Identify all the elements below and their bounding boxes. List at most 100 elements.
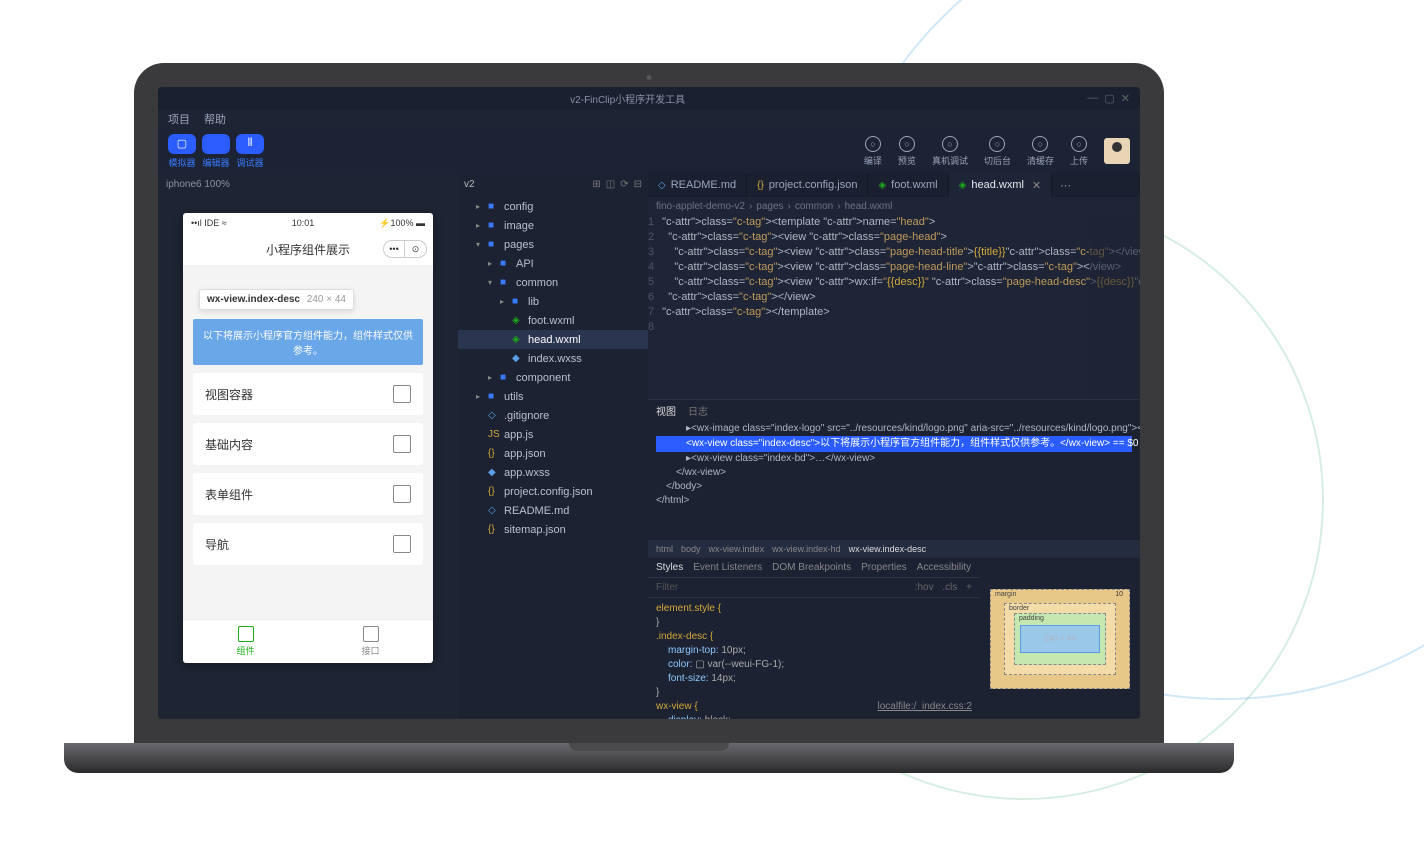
pill-icon: ⫴ — [236, 134, 264, 154]
dom-crumb[interactable]: body — [681, 544, 701, 554]
sim-list-item[interactable]: 基础内容 — [193, 423, 423, 465]
tree-item-component[interactable]: ▸ ■ component — [458, 368, 648, 387]
wxss-icon: ◆ — [512, 353, 524, 364]
devtools-tab-log[interactable]: 日志 — [688, 403, 708, 418]
toolbar-pill-1[interactable]: 编辑器 — [202, 134, 230, 169]
tool-btn-1[interactable]: ○ 预览 — [898, 136, 916, 167]
minimize-icon[interactable]: — — [1087, 92, 1098, 105]
dom-node[interactable]: ▸<wx-view class="index-bd">…</wx-view> — [656, 452, 1132, 466]
tool-icon: ○ — [899, 136, 915, 152]
dom-node[interactable]: ▸<wx-image class="index-logo" src="../re… — [656, 422, 1132, 436]
tool-btn-2[interactable]: ○ 真机调试 — [932, 136, 968, 167]
file-name: API — [516, 258, 534, 270]
tree-item-head.wxml[interactable]: ◈ head.wxml — [458, 330, 648, 349]
tree-item-sitemap.json[interactable]: {} sitemap.json — [458, 520, 648, 539]
tree-item-pages[interactable]: ▾ ■ pages — [458, 235, 648, 254]
capsule-close-icon[interactable]: ⊙ — [405, 240, 427, 258]
crumb[interactable]: fino-applet-demo-v2 — [656, 201, 745, 212]
styles-tab[interactable]: Event Listeners — [693, 562, 762, 573]
dom-crumb[interactable]: wx-view.index — [709, 544, 765, 554]
menu-help[interactable]: 帮助 — [204, 111, 226, 127]
tree-item-lib[interactable]: ▸ ■ lib — [458, 292, 648, 311]
device-label[interactable]: iphone6 100% — [158, 173, 458, 195]
tabbar-component[interactable]: 组件 — [183, 620, 308, 663]
dom-tree[interactable]: ▸<wx-image class="index-logo" src="../re… — [648, 420, 1140, 540]
tree-item-index.wxss[interactable]: ◆ index.wxss — [458, 349, 648, 368]
editor-tab[interactable]: ◈ foot.wxml — [868, 173, 948, 197]
tool-btn-4[interactable]: ○ 清缓存 — [1027, 136, 1054, 167]
dom-node[interactable]: </wx-view> — [656, 466, 1132, 480]
tree-item-utils[interactable]: ▸ ■ utils — [458, 387, 648, 406]
tree-item-image[interactable]: ▸ ■ image — [458, 216, 648, 235]
tool-btn-0[interactable]: ○ 编译 — [864, 136, 882, 167]
tool-btn-3[interactable]: ○ 切后台 — [984, 136, 1011, 167]
close-icon[interactable]: ✕ — [1121, 92, 1130, 105]
editor-tab[interactable]: {} project.config.json — [747, 173, 868, 197]
new-file-icon[interactable]: ⊞ — [592, 179, 600, 190]
tree-item-.gitignore[interactable]: ◇ .gitignore — [458, 406, 648, 425]
refresh-icon[interactable]: ⟳ — [620, 179, 628, 190]
dom-breadcrumb[interactable]: html body wx-view.index wx-view.index-hd wx-… — [648, 540, 1140, 558]
tree-item-project.config.json[interactable]: {} project.config.json — [458, 482, 648, 501]
cls-toggle[interactable]: .cls — [942, 582, 957, 593]
list-item-icon — [393, 435, 411, 453]
tree-item-app.json[interactable]: {} app.json — [458, 444, 648, 463]
tree-item-common[interactable]: ▾ ■ common — [458, 273, 648, 292]
devtools-tab-view[interactable]: 视图 — [656, 403, 676, 418]
tree-item-config[interactable]: ▸ ■ config — [458, 197, 648, 216]
editor-tab[interactable]: ◈ head.wxml ✕ — [949, 173, 1053, 197]
tool-label: 编译 — [864, 154, 882, 167]
dom-node[interactable]: </html> — [656, 494, 1132, 508]
highlighted-element[interactable]: 以下将展示小程序官方组件能力，组件样式仅供参考。 — [193, 319, 423, 365]
toolbar-pill-2[interactable]: ⫴ 调试器 — [236, 134, 264, 169]
tree-item-API[interactable]: ▸ ■ API — [458, 254, 648, 273]
folder-icon: ■ — [488, 220, 500, 231]
margin-top-val: 10 — [1115, 591, 1123, 598]
maximize-icon[interactable]: ▢ — [1104, 92, 1114, 105]
tab-label: 组件 — [236, 644, 254, 657]
styles-tab[interactable]: DOM Breakpoints — [772, 562, 851, 573]
minimap[interactable] — [1090, 215, 1140, 399]
sim-list-item[interactable]: 表单组件 — [193, 473, 423, 515]
tree-item-app.js[interactable]: JS app.js — [458, 425, 648, 444]
crumb[interactable]: pages — [756, 201, 783, 212]
tree-item-foot.wxml[interactable]: ◈ foot.wxml — [458, 311, 648, 330]
menu-project[interactable]: 项目 — [168, 111, 190, 127]
avatar[interactable] — [1104, 138, 1130, 164]
filter-input[interactable]: Filter — [656, 582, 678, 593]
styles-tab[interactable]: Styles — [656, 562, 683, 573]
breadcrumb[interactable]: fino-applet-demo-v2 › pages › common › h… — [648, 197, 1140, 215]
css-rules[interactable]: element.style {}.index-desc {</span></di… — [648, 598, 980, 719]
editor-tab[interactable]: ◇ README.md — [648, 173, 747, 197]
tool-btn-5[interactable]: ○ 上传 — [1070, 136, 1088, 167]
hov-toggle[interactable]: :hov — [915, 582, 934, 593]
capsule-menu-icon[interactable]: ••• — [383, 240, 405, 258]
tabs-more-icon[interactable]: ⋯ — [1052, 173, 1079, 197]
dom-crumb[interactable]: wx-view.index-desc — [849, 544, 927, 554]
caret-icon: ▸ — [476, 392, 484, 401]
project-name[interactable]: v2 — [464, 179, 475, 190]
dom-node[interactable]: </body> — [656, 480, 1132, 494]
styles-tab[interactable]: Accessibility — [917, 562, 971, 573]
dom-crumb[interactable]: html — [656, 544, 673, 554]
add-rule-icon[interactable]: + — [966, 582, 972, 593]
new-folder-icon[interactable]: ◫ — [606, 179, 615, 190]
tree-item-app.wxss[interactable]: ◆ app.wxss — [458, 463, 648, 482]
close-icon[interactable]: ✕ — [1032, 179, 1041, 192]
sim-list-item[interactable]: 导航 — [193, 523, 423, 565]
toolbar-pill-0[interactable]: ▢ 模拟器 — [168, 134, 196, 169]
dom-crumb[interactable]: wx-view.index-hd — [772, 544, 841, 554]
toolbar: ▢ 模拟器 编辑器 ⫴ 调试器 ○ 编译 ○ 预览 ○ 真机调试 ○ 切后台 ○… — [158, 129, 1140, 173]
sim-list-item[interactable]: 视图容器 — [193, 373, 423, 415]
tree-item-README.md[interactable]: ◇ README.md — [458, 501, 648, 520]
phone-statusbar: ••ıl IDE ≈ 10:01 ⚡100% ▬ — [183, 213, 433, 233]
collapse-icon[interactable]: ⊟ — [634, 179, 642, 190]
wxml-icon: ◈ — [512, 315, 524, 326]
code-editor[interactable]: 12345678 "c-attr">class="c-tag"><templat… — [648, 215, 1140, 399]
crumb[interactable]: head.wxml — [845, 201, 893, 212]
tabbar-api[interactable]: 接口 — [308, 620, 433, 663]
styles-tab[interactable]: Properties — [861, 562, 907, 573]
list-item-icon — [393, 485, 411, 503]
dom-node[interactable]: <wx-view class="index-desc">以下将展示小程序官方组件… — [656, 436, 1132, 452]
crumb[interactable]: common — [795, 201, 833, 212]
